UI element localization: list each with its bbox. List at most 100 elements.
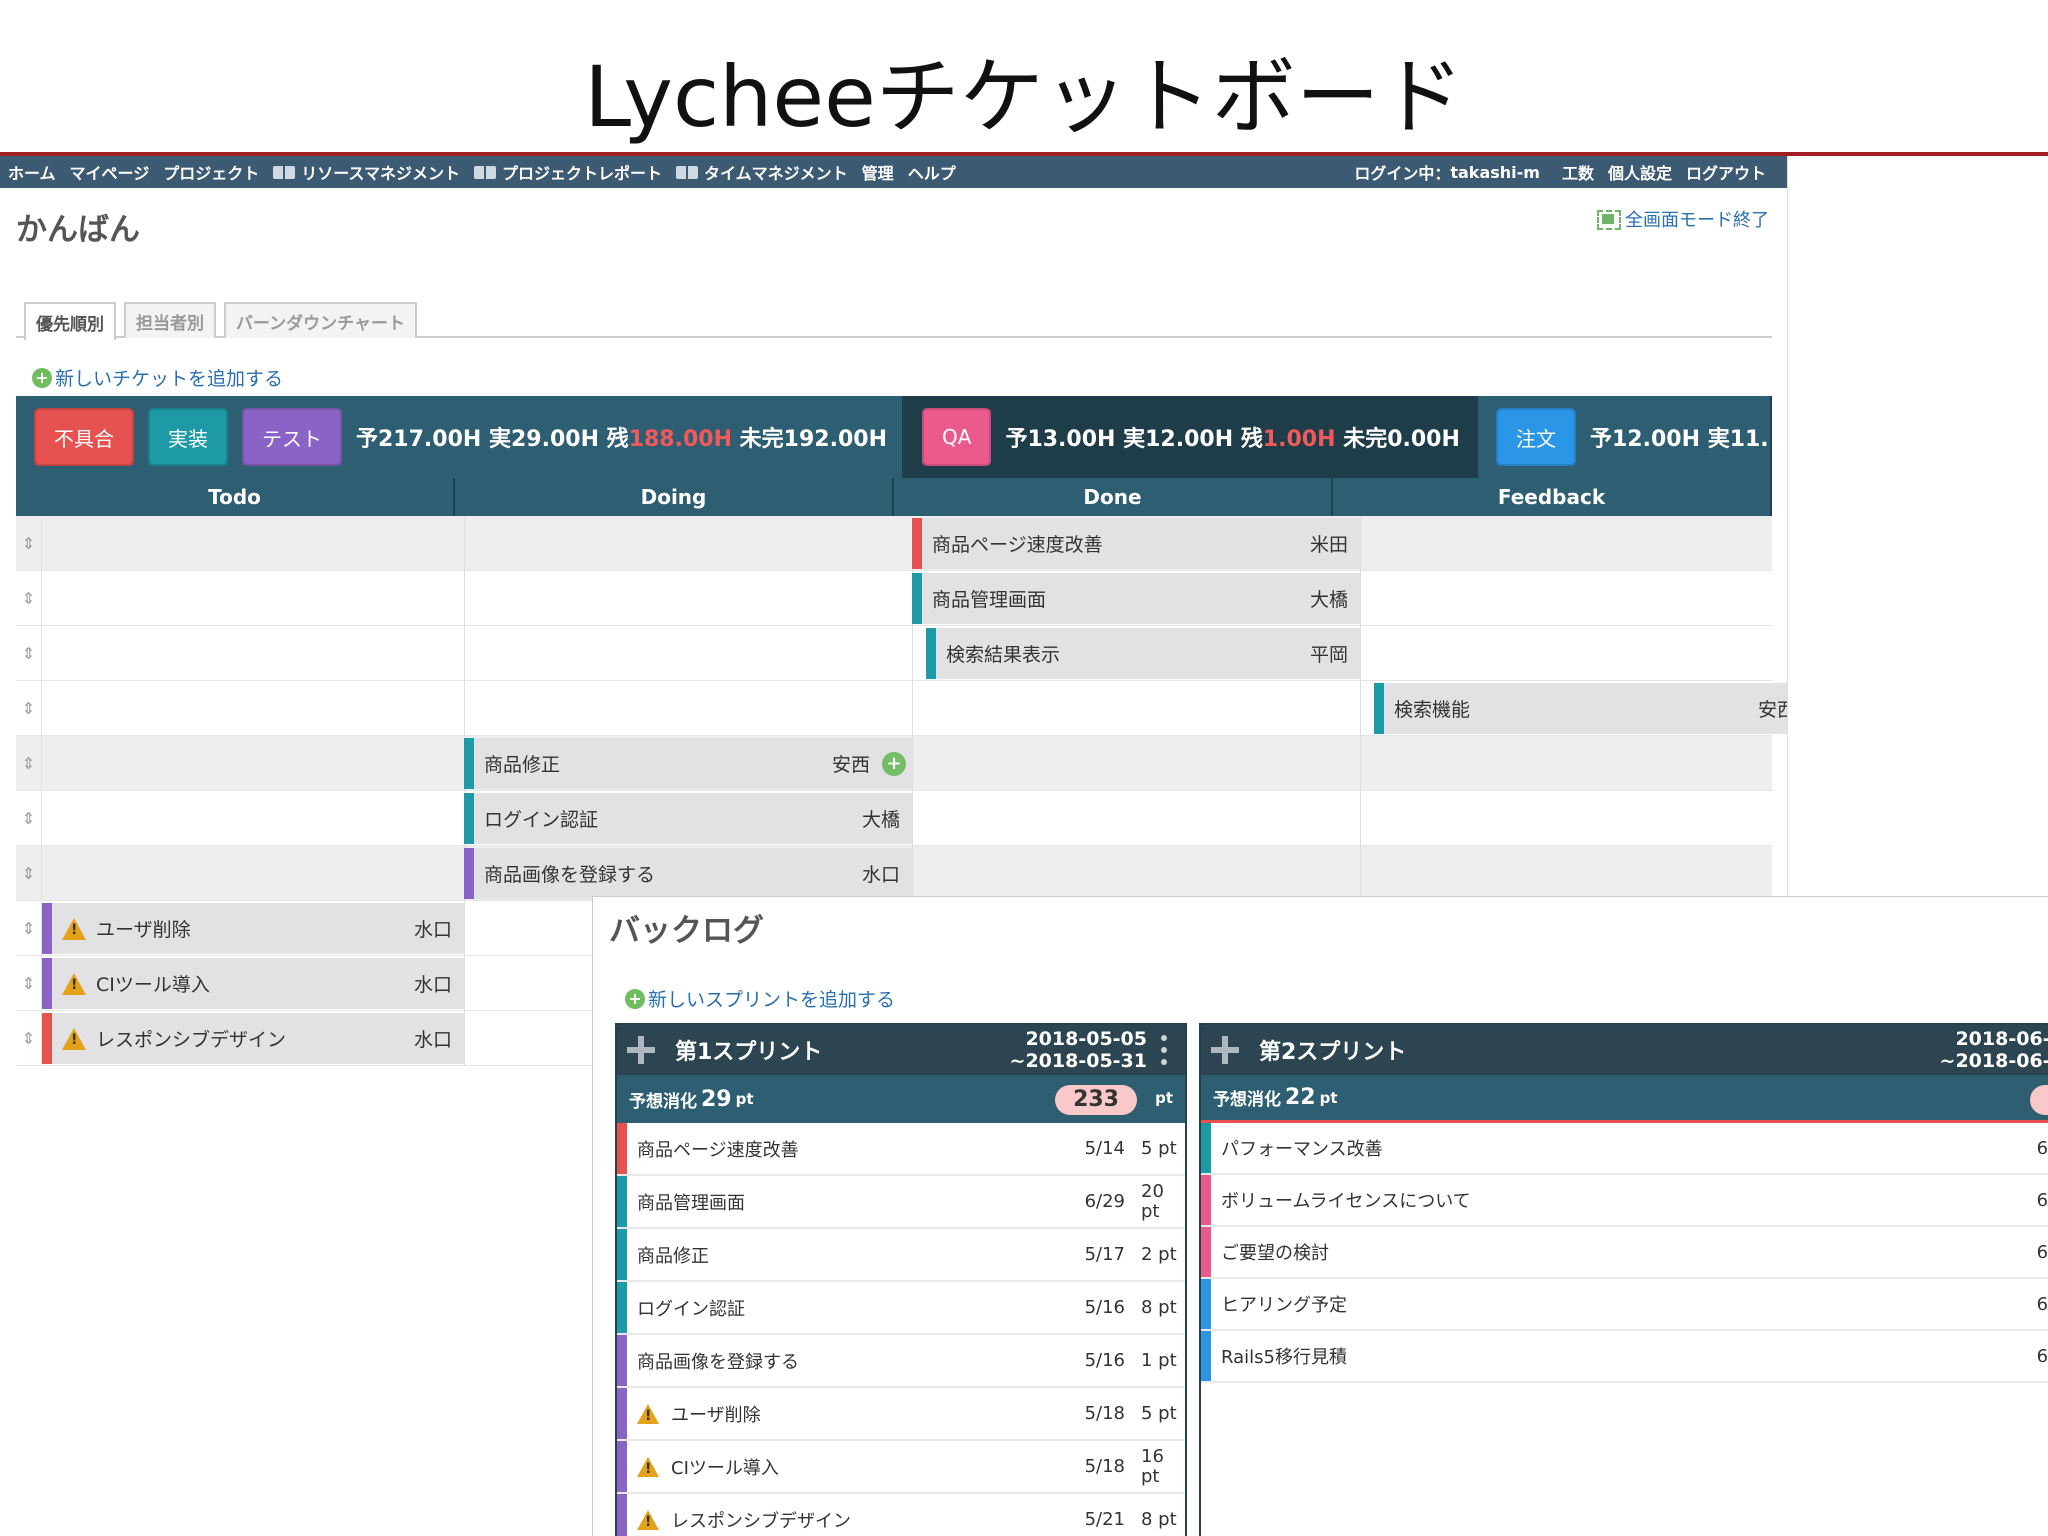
- sprint-item[interactable]: 商品管理画面 6/29 20 pt: [617, 1176, 1185, 1229]
- sprint-item[interactable]: Rails5移行見積 6/16: [1201, 1331, 2048, 1383]
- nav-item[interactable]: ホーム: [8, 160, 56, 184]
- sprint-item[interactable]: 商品画像を登録する 5/16 1 pt: [617, 1335, 1185, 1388]
- nav-item[interactable]: プロジェクト: [163, 160, 259, 184]
- sprint-item[interactable]: パフォーマンス改善 6/13: [1201, 1123, 2048, 1175]
- ticket-card[interactable]: 商品管理画面 大橋: [912, 573, 1360, 624]
- drag-handle-icon[interactable]: ⇕: [16, 956, 42, 1011]
- nav-item[interactable]: 管理: [862, 160, 894, 184]
- nav-item[interactable]: リソースマネジメント: [273, 160, 460, 184]
- column-divider: [1360, 681, 1361, 736]
- sprint-item[interactable]: 商品修正 5/17 2 pt: [617, 1229, 1185, 1282]
- column-divider: [1360, 846, 1361, 901]
- tab-burndown[interactable]: バーンダウンチャート: [224, 302, 417, 338]
- forecast-unit: pt: [1319, 1088, 1338, 1107]
- sprint-start: 2018-05-05: [1025, 1028, 1147, 1050]
- ticket-card[interactable]: 商品画像を登録する 水口: [464, 848, 912, 899]
- kebab-menu-icon[interactable]: [1161, 1035, 1167, 1065]
- drag-handle-icon[interactable]: ⇕: [16, 626, 42, 681]
- forecast-label: 予想消化: [1213, 1090, 1281, 1110]
- ticket-title: ログイン認証: [484, 805, 862, 832]
- ticket-card[interactable]: 商品修正 安西 +: [464, 738, 912, 789]
- nav-item[interactable]: マイページ: [70, 160, 150, 184]
- drag-handle-icon[interactable]: ⇕: [16, 571, 42, 626]
- sprint-end: ~2018-06-30: [1939, 1050, 2048, 1072]
- ticket-assignee: 水口: [861, 864, 900, 886]
- ticket-card[interactable]: レスポンシブデザイン 水口: [42, 1013, 464, 1064]
- kanban-row: ⇕ 検索機能 安西: [16, 681, 1787, 736]
- tracker-filter-button[interactable]: 実装: [148, 408, 228, 466]
- drag-handle-icon[interactable]: ⇕: [16, 516, 42, 571]
- sprint-item-title: ご要望の検討: [1221, 1239, 2017, 1265]
- warning-icon: [637, 1403, 659, 1424]
- ticket-card[interactable]: 検索結果表示 平岡: [926, 628, 1360, 679]
- summary-segment: 注文 予12.00H 実11.: [1478, 396, 1772, 478]
- sprint-item-due: 6/14: [2036, 1189, 2048, 1211]
- sprint-item-title-text: 商品画像を登録する: [637, 1351, 799, 1373]
- sprint-item-title-text: パフォーマンス改善: [1221, 1139, 1383, 1160]
- add-to-sprint-icon[interactable]: [627, 1036, 655, 1064]
- column-divider: [464, 626, 465, 681]
- book-icon: [273, 165, 296, 179]
- tracker-color-bar: [617, 1176, 627, 1227]
- column-divider: [912, 791, 913, 846]
- drag-handle-icon[interactable]: ⇕: [16, 681, 42, 736]
- column-divider: [1360, 571, 1361, 626]
- tracker-filter-button[interactable]: 不具合: [34, 408, 134, 466]
- view-tabs: 優先順別 担当者別 バーンダウンチャート: [16, 302, 1772, 340]
- tab-assignee[interactable]: 担当者別: [124, 302, 216, 338]
- sprint-item[interactable]: レスポンシブデザイン 5/21 8 pt: [617, 1494, 1185, 1536]
- tracker-filter-button[interactable]: 注文: [1496, 408, 1576, 466]
- nav-right-item[interactable]: 個人設定: [1608, 160, 1672, 184]
- remaining-label: 残: [606, 427, 629, 452]
- warning-icon: [62, 917, 86, 940]
- hours-summary: 予13.00H 実12.00H 残1.00H 未完0.00H: [1005, 421, 1459, 453]
- sprint-card: 第2スプリント 2018-06-09~2018-06-30 予想消化22pt 58 パフ…: [1199, 1023, 2048, 1536]
- nav-item[interactable]: ヘルプ: [908, 160, 956, 184]
- ticket-card[interactable]: ログイン認証 大橋: [464, 793, 912, 844]
- ticket-card[interactable]: CIツール導入 水口: [42, 958, 464, 1009]
- summary-bar: 不具合 実装 テスト 予217.00H 実29.00H 残188.00H 未完192.…: [16, 396, 1772, 478]
- sprint-item[interactable]: ボリュームライセンスについて 6/14: [1201, 1175, 2048, 1227]
- tracker-filter-button[interactable]: QA: [922, 408, 992, 466]
- sprint-item[interactable]: ご要望の検討 6/13: [1201, 1227, 2048, 1279]
- tracker-color-bar: [1201, 1175, 1211, 1225]
- sprint-item[interactable]: 商品ページ速度改善 5/14 5 pt: [617, 1123, 1185, 1176]
- kanban-row: ⇕ 商品管理画面 大橋: [16, 571, 1772, 626]
- sprint-item-due: 5/14: [1084, 1138, 1125, 1159]
- tab-priority[interactable]: 優先順別: [24, 302, 116, 340]
- drag-handle-icon[interactable]: ⇕: [16, 736, 42, 791]
- drag-handle-icon[interactable]: ⇕: [16, 901, 42, 956]
- drag-handle-icon[interactable]: ⇕: [16, 791, 42, 846]
- ticket-assignee: 平岡: [1309, 644, 1348, 666]
- nav-right-item[interactable]: 工数: [1562, 160, 1594, 184]
- tracker-color-bar: [1374, 683, 1384, 734]
- nav-item[interactable]: プロジェクトレポート: [473, 160, 662, 184]
- sprint-item[interactable]: ユーザ削除 5/18 5 pt: [617, 1388, 1185, 1441]
- fullscreen-exit-link[interactable]: 全画面モード終了: [1597, 206, 1769, 232]
- sprint-item[interactable]: ヒアリング予定 6/13: [1201, 1279, 2048, 1331]
- ticket-title: 商品ページ速度改善: [932, 530, 1310, 557]
- tracker-filter-button[interactable]: テスト: [242, 408, 342, 466]
- ticket-card[interactable]: ユーザ削除 水口: [42, 903, 464, 954]
- add-to-sprint-icon[interactable]: [1211, 1036, 1239, 1064]
- login-status: ログイン中： takashi-m: [1354, 160, 1540, 184]
- ticket-card[interactable]: 商品ページ速度改善 米田: [912, 518, 1360, 569]
- actual-hours: 実11.: [1707, 427, 1769, 452]
- fullscreen-exit-label: 全画面モード終了: [1625, 210, 1769, 231]
- drag-handle-icon[interactable]: ⇕: [16, 1011, 42, 1066]
- drag-handle-icon[interactable]: ⇕: [16, 846, 42, 901]
- ticket-card[interactable]: 検索機能 安西: [1374, 683, 1787, 734]
- column-divider: [912, 681, 913, 736]
- login-label: ログイン中：: [1354, 164, 1451, 183]
- summary-segment: 不具合 実装 テスト 予217.00H 実29.00H 残188.00H 未完192.…: [16, 396, 904, 478]
- add-sprint-link[interactable]: + 新しいスプリントを追加する: [625, 985, 895, 1012]
- add-subtask-icon[interactable]: +: [882, 751, 906, 776]
- sprint-item[interactable]: ログイン認証 5/16 8 pt: [617, 1282, 1185, 1335]
- ticket-title-text: ユーザ削除: [96, 919, 191, 941]
- nav-item[interactable]: タイムマネジメント: [675, 160, 848, 184]
- nav-right-item[interactable]: ログアウト: [1686, 160, 1766, 184]
- ticket-title: 検索機能: [1394, 695, 1758, 722]
- ticket-title-text: ログイン認証: [484, 809, 599, 831]
- sprint-item[interactable]: CIツール導入 5/18 16 pt: [617, 1441, 1185, 1494]
- add-ticket-link[interactable]: + 新しいチケットを追加する: [32, 364, 283, 391]
